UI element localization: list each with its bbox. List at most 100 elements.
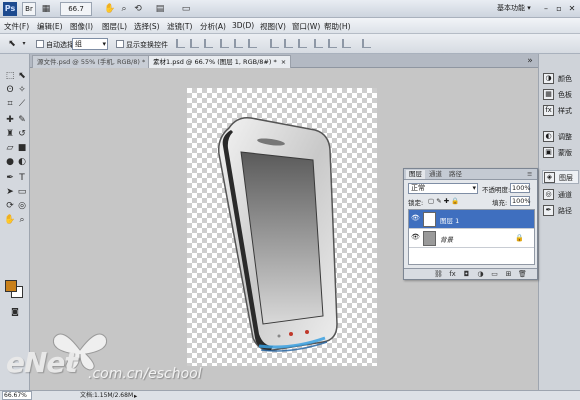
tab-paths[interactable]: 路径 — [446, 170, 465, 179]
3d-rotate-icon[interactable]: ⟳ — [4, 200, 16, 212]
menu-file[interactable]: 文件(F) — [4, 21, 29, 32]
history-brush-icon[interactable]: ↺ — [16, 128, 28, 140]
distribute-hcenter-icon[interactable] — [328, 39, 337, 48]
menu-3d[interactable]: 3D(D) — [232, 21, 254, 30]
layer-style-icon[interactable]: fx — [448, 270, 457, 279]
distribute-vcenter-icon[interactable] — [284, 39, 293, 48]
dock-color[interactable]: ◑ 颜色 — [542, 72, 579, 86]
align-bottom-icon[interactable] — [204, 39, 213, 48]
zoom-level-select[interactable]: 66.7 — [60, 2, 92, 16]
close-icon[interactable]: × — [281, 58, 286, 66]
layer-row[interactable]: 👁 图层 1 — [409, 210, 534, 229]
align-hcenter-icon[interactable] — [234, 39, 243, 48]
pen-tool-icon[interactable]: ✒ — [4, 172, 16, 184]
eye-icon[interactable]: 👁 — [411, 215, 420, 222]
delete-layer-icon[interactable]: 🗑 — [518, 270, 527, 279]
status-menu-icon[interactable]: ▸ — [134, 392, 137, 400]
magic-wand-icon[interactable]: ✧ — [16, 84, 28, 96]
align-vcenter-icon[interactable] — [190, 39, 199, 48]
quick-mask-icon[interactable]: ◙ — [9, 306, 21, 318]
fill-input[interactable]: 100% — [510, 196, 531, 206]
blur-tool-icon[interactable]: ● — [4, 156, 16, 168]
dock-styles[interactable]: fx 样式 — [542, 104, 579, 118]
menu-select[interactable]: 选择(S) — [134, 21, 160, 32]
rotate-view-icon[interactable]: ⟲ — [132, 3, 144, 15]
dock-label: 色板 — [558, 91, 572, 99]
zoom-tool-icon[interactable]: ⌕ — [16, 214, 28, 226]
lasso-tool-icon[interactable]: ʘ — [4, 84, 16, 96]
adjustment-layer-icon[interactable]: ◑ — [476, 270, 485, 279]
transform-controls-checkbox[interactable] — [116, 40, 124, 48]
menu-view[interactable]: 视图(V) — [260, 21, 286, 32]
type-tool-icon[interactable]: T — [16, 172, 28, 184]
screen-mode-icon[interactable]: ▭ — [180, 3, 192, 15]
menu-help[interactable]: 帮助(H) — [324, 21, 351, 32]
dock-layers[interactable]: ◈ 图层 — [542, 170, 579, 184]
tab-channels[interactable]: 通道 — [426, 170, 445, 179]
layer-row[interactable]: 👁 背景 🔒 — [409, 229, 534, 248]
align-left-icon[interactable] — [220, 39, 229, 48]
zoom-tool-icon[interactable]: ⌕ — [118, 3, 130, 15]
dock-channels[interactable]: ◎ 通道 — [542, 188, 579, 202]
opacity-input[interactable]: 100% — [510, 183, 531, 193]
doc-tab-material[interactable]: 素材1.psd @ 66.7% (图层 1, RGB/8#) * × — [148, 55, 292, 68]
lock-options-icon[interactable]: ▢ ✎ ✚ 🔒 — [428, 197, 459, 205]
menu-analysis[interactable]: 分析(A) — [200, 21, 226, 32]
gradient-tool-icon[interactable]: ■ — [16, 142, 28, 154]
eraser-tool-icon[interactable]: ▱ — [4, 142, 16, 154]
crop-tool-icon[interactable]: ⌗ — [4, 98, 16, 110]
add-mask-icon[interactable]: ◘ — [462, 270, 471, 279]
distribute-left-icon[interactable] — [314, 39, 323, 48]
move-tool-preset-icon[interactable]: ⬉ — [6, 38, 18, 50]
eye-icon[interactable]: 👁 — [411, 234, 420, 241]
brush-tool-icon[interactable]: ✎ — [16, 114, 28, 126]
auto-select-dropdown[interactable]: 组 — [72, 38, 108, 50]
clone-stamp-icon[interactable]: ♜ — [4, 128, 16, 140]
arrange-documents-icon[interactable]: ▤ — [154, 3, 166, 15]
maximize-button[interactable]: ▫ — [553, 3, 565, 15]
new-group-icon[interactable]: ▭ — [490, 270, 499, 279]
new-layer-icon[interactable]: ⊞ — [504, 270, 513, 279]
menu-layer[interactable]: 图层(L) — [102, 21, 127, 32]
link-layers-icon[interactable]: ⛓ — [434, 270, 443, 279]
status-zoom-input[interactable]: 66.67% — [2, 391, 32, 400]
hand-tool-icon[interactable]: ✋ — [4, 214, 16, 226]
auto-align-layers-icon[interactable] — [362, 39, 371, 48]
distribute-right-icon[interactable] — [342, 39, 351, 48]
doc-tab-source[interactable]: 源文件.psd @ 55% (手机, RGB/8) *× — [32, 55, 160, 68]
3d-camera-icon[interactable]: ◎ — [16, 200, 28, 212]
menu-window[interactable]: 窗口(W) — [292, 21, 320, 32]
document-canvas[interactable] — [187, 88, 377, 366]
preset-dropdown-icon[interactable]: ▾ — [18, 38, 30, 50]
dock-masks[interactable]: ▣ 蒙版 — [542, 146, 579, 160]
tab-layers[interactable]: 图层 — [406, 170, 425, 179]
minimize-button[interactable]: – — [540, 3, 552, 15]
marquee-tool-icon[interactable]: ⬚ — [4, 70, 16, 82]
healing-brush-icon[interactable]: ✚ — [4, 114, 16, 126]
path-selection-icon[interactable]: ➤ — [4, 186, 16, 198]
dock-adjustments[interactable]: ◐ 调整 — [542, 130, 579, 144]
menu-image[interactable]: 图像(I) — [70, 21, 93, 32]
dock-paths[interactable]: ✒ 路径 — [542, 204, 579, 218]
shape-tool-icon[interactable]: ▭ — [16, 186, 28, 198]
foreground-color-swatch[interactable] — [5, 280, 17, 292]
align-right-icon[interactable] — [248, 39, 257, 48]
hand-tool-icon[interactable]: ✋ — [104, 3, 116, 15]
align-top-icon[interactable] — [176, 39, 185, 48]
bridge-button[interactable]: Br — [22, 2, 36, 16]
distribute-bottom-icon[interactable] — [298, 39, 307, 48]
auto-select-checkbox[interactable] — [36, 40, 44, 48]
view-extras-icon[interactable]: ▦ — [40, 3, 52, 15]
menu-filter[interactable]: 滤镜(T) — [167, 21, 192, 32]
dodge-tool-icon[interactable]: ◐ — [16, 156, 28, 168]
move-tool-icon[interactable]: ⬉ — [16, 70, 28, 82]
blend-mode-dropdown[interactable]: 正常 — [408, 183, 478, 194]
close-button[interactable]: ✕ — [566, 3, 578, 15]
slice-tool-icon[interactable]: ⟋ — [16, 98, 28, 110]
dock-swatches[interactable]: ▦ 色板 — [542, 88, 579, 102]
workspace-switcher[interactable]: 基本功能 ▾ — [497, 3, 531, 13]
panel-menu-icon[interactable]: ≡ — [524, 170, 535, 179]
distribute-top-icon[interactable] — [270, 39, 279, 48]
tab-scroll-icon[interactable]: » — [524, 55, 536, 67]
menu-edit[interactable]: 编辑(E) — [37, 21, 63, 32]
